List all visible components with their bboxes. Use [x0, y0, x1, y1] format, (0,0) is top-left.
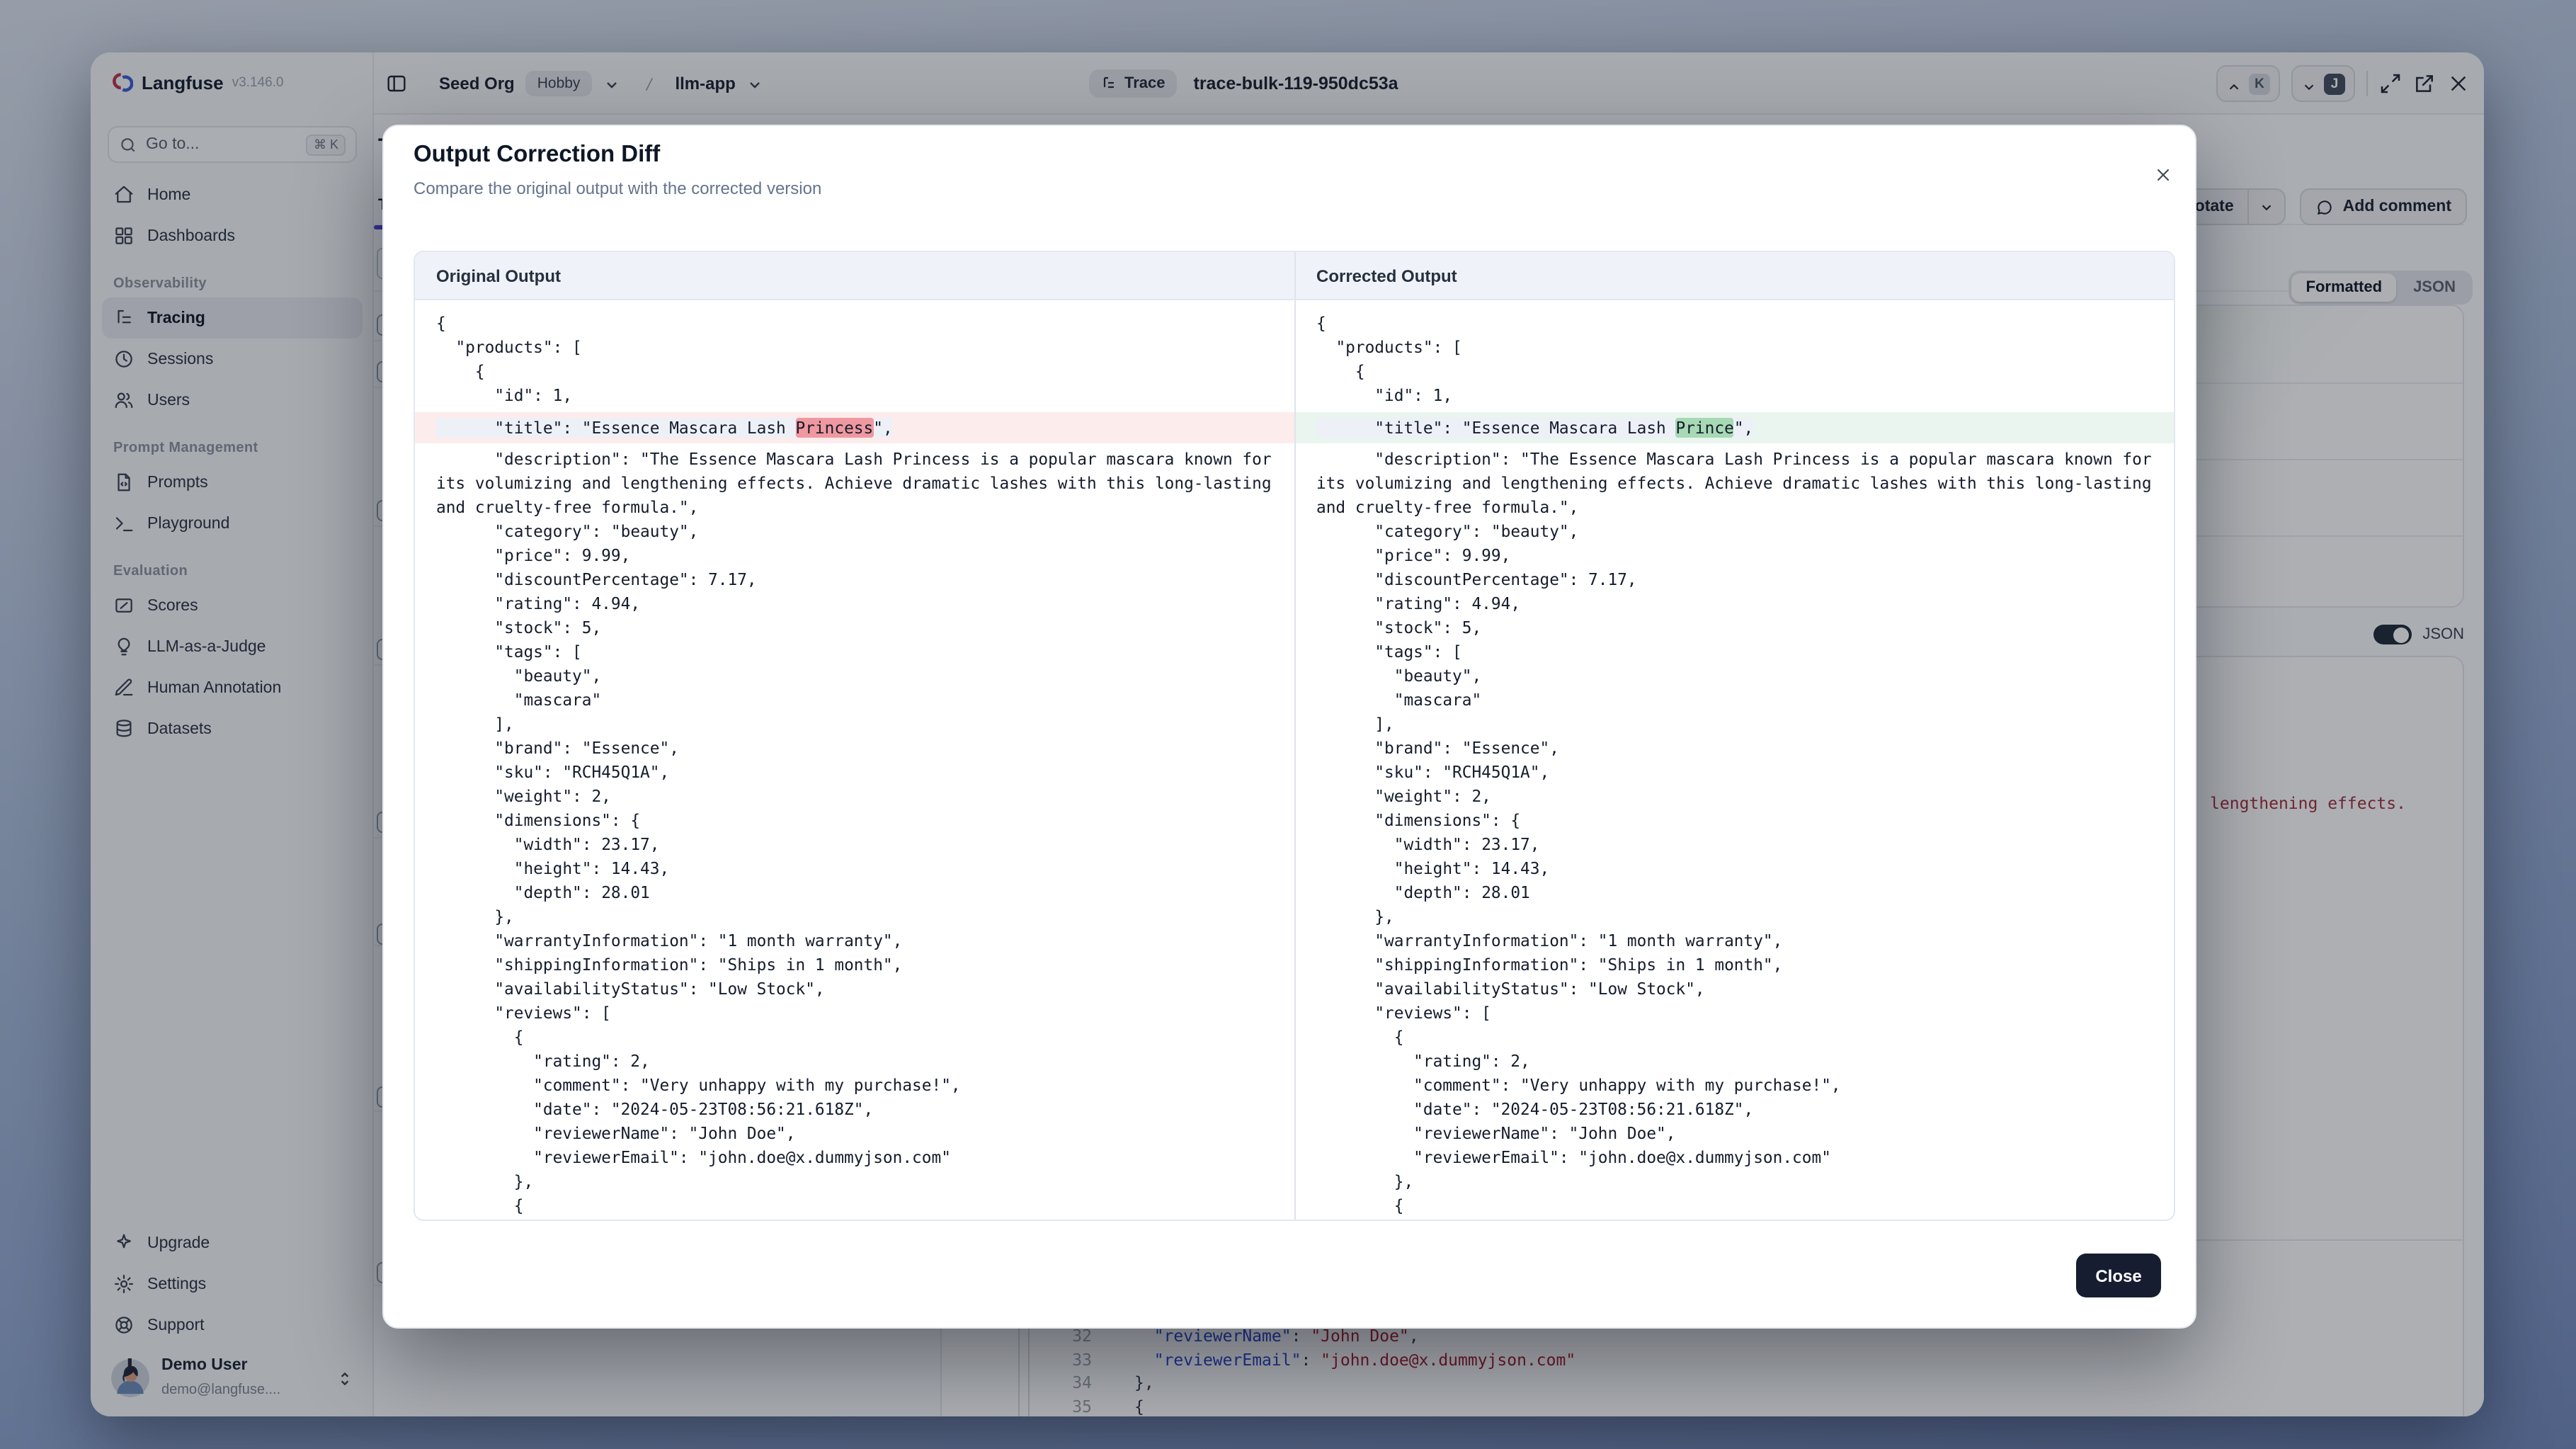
code-line: "description": "The Essence Mascara Lash…: [415, 448, 1294, 520]
code-line: "availabilityStatus": "Low Stock",: [1295, 977, 2174, 1001]
code-line: "stock": 5,: [1295, 616, 2174, 640]
code-line: "width": 23.17,: [415, 833, 1294, 857]
code-line: "products": [: [415, 336, 1294, 360]
code-line: "shippingInformation": "Ships in 1 month…: [1295, 953, 2174, 977]
code-line: "date": "2024-05-23T08:56:21.618Z",: [415, 1098, 1294, 1122]
corrected-output-header: Corrected Output: [1294, 252, 2174, 299]
code-line: {: [415, 360, 1294, 384]
code-line: "height": 14.43,: [415, 857, 1294, 881]
code-line: ],: [415, 712, 1294, 737]
diff-word-added: Prince: [1676, 418, 1734, 438]
code-line: "rating": 2,: [1295, 1218, 2174, 1220]
code-line: "mascara": [1295, 688, 2174, 712]
code-line: "depth": 28.01: [1295, 881, 2174, 905]
desktop-wallpaper: Langfuse v3.146.0 Go to... ⌘ K HomeDashb…: [0, 0, 2576, 1449]
code-line: "warrantyInformation": "1 month warranty…: [415, 929, 1294, 953]
code-line: {: [1295, 312, 2174, 336]
code-line: {: [415, 1025, 1294, 1050]
code-line: "brand": "Essence",: [1295, 737, 2174, 761]
code-line: "mascara": [415, 688, 1294, 712]
code-line: "rating": 2,: [415, 1218, 1294, 1220]
code-line: "reviews": [: [1295, 1001, 2174, 1025]
code-line: "rating": 2,: [415, 1050, 1294, 1074]
code-line: "rating": 4.94,: [1295, 592, 2174, 616]
diff-panel-header: Original Output Corrected Output: [415, 252, 2174, 300]
code-line: },: [415, 1170, 1294, 1194]
code-line: "tags": [: [1295, 640, 2174, 664]
code-line: "reviewerEmail": "john.doe@x.dummyjson.c…: [415, 1146, 1294, 1170]
code-line: {: [1295, 1194, 2174, 1218]
code-line: "price": 9.99,: [415, 544, 1294, 568]
code-line: {: [1295, 1025, 2174, 1050]
code-line: "height": 14.43,: [1295, 857, 2174, 881]
code-line: "dimensions": {: [415, 809, 1294, 833]
code-line: "discountPercentage": 7.17,: [415, 568, 1294, 592]
code-line: ],: [1295, 712, 2174, 737]
corrected-output-column: { "products": [ { "id": 1, "title": "Ess…: [1294, 300, 2174, 1220]
modal-subtitle: Compare the original output with the cor…: [414, 178, 821, 198]
code-line: "availabilityStatus": "Low Stock",: [415, 977, 1294, 1001]
code-line: "id": 1,: [415, 384, 1294, 408]
code-line: "description": "The Essence Mascara Lash…: [1295, 448, 2174, 520]
original-output-column: { "products": [ { "id": 1, "title": "Ess…: [415, 300, 1294, 1220]
code-line: "rating": 4.94,: [415, 592, 1294, 616]
code-line: "shippingInformation": "Ships in 1 month…: [415, 953, 1294, 977]
diff-panel: Original Output Corrected Output { "prod…: [414, 251, 2175, 1221]
code-line: "tags": [: [415, 640, 1294, 664]
code-line: {: [415, 312, 1294, 336]
code-line: "stock": 5,: [415, 616, 1294, 640]
code-line: "sku": "RCH45Q1A",: [415, 761, 1294, 785]
code-line: {: [415, 1194, 1294, 1218]
code-line: },: [415, 905, 1294, 929]
code-line: "date": "2024-05-23T08:56:21.618Z",: [1295, 1098, 2174, 1122]
code-line: "warrantyInformation": "1 month warranty…: [1295, 929, 2174, 953]
code-line: "brand": "Essence",: [415, 737, 1294, 761]
code-line: "comment": "Very unhappy with my purchas…: [415, 1074, 1294, 1098]
output-correction-diff-modal: Output Correction Diff Compare the origi…: [382, 125, 2196, 1329]
code-line: "comment": "Very unhappy with my purchas…: [1295, 1074, 2174, 1098]
code-line: "reviews": [: [415, 1001, 1294, 1025]
modal-title: Output Correction Diff: [414, 142, 660, 169]
original-output-header: Original Output: [415, 252, 1294, 299]
diff-added-line: "title": "Essence Mascara Lash Prince",: [1295, 412, 2174, 443]
diff-word-removed: Princess: [796, 418, 874, 438]
code-line: "weight": 2,: [1295, 785, 2174, 809]
close-icon[interactable]: [2154, 166, 2172, 184]
code-line: "rating": 2,: [1295, 1050, 2174, 1074]
code-line: "reviewerName": "John Doe",: [1295, 1122, 2174, 1146]
code-line: "sku": "RCH45Q1A",: [1295, 761, 2174, 785]
code-line: "id": 1,: [1295, 384, 2174, 408]
code-line: "dimensions": {: [1295, 809, 2174, 833]
code-line: "category": "beauty",: [415, 520, 1294, 544]
diff-removed-line: "title": "Essence Mascara Lash Princess"…: [415, 412, 1294, 443]
code-line: "category": "beauty",: [1295, 520, 2174, 544]
code-line: {: [1295, 360, 2174, 384]
code-line: "depth": 28.01: [415, 881, 1294, 905]
code-line: "beauty",: [415, 664, 1294, 688]
code-line: "products": [: [1295, 336, 2174, 360]
code-line: "weight": 2,: [415, 785, 1294, 809]
code-line: "price": 9.99,: [1295, 544, 2174, 568]
code-line: "reviewerName": "John Doe",: [415, 1122, 1294, 1146]
close-button[interactable]: Close: [2076, 1254, 2161, 1297]
diff-panel-body: { "products": [ { "id": 1, "title": "Ess…: [415, 300, 2174, 1220]
code-line: "reviewerEmail": "john.doe@x.dummyjson.c…: [1295, 1146, 2174, 1170]
code-line: "beauty",: [1295, 664, 2174, 688]
code-line: "width": 23.17,: [1295, 833, 2174, 857]
code-line: },: [1295, 1170, 2174, 1194]
code-line: },: [1295, 905, 2174, 929]
code-line: "discountPercentage": 7.17,: [1295, 568, 2174, 592]
